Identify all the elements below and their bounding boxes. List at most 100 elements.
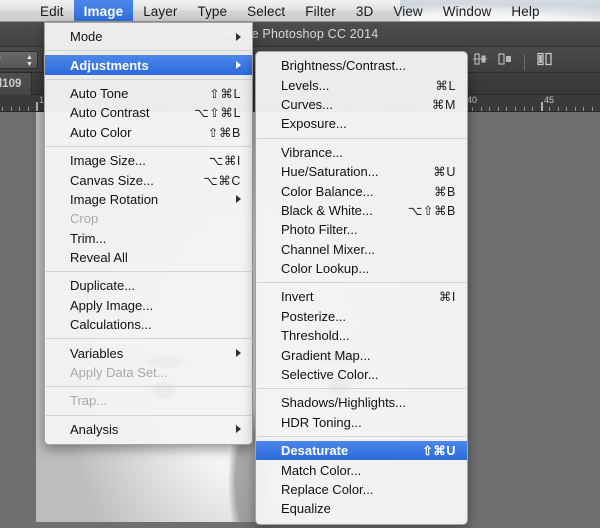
menu-item-label: Auto Contrast xyxy=(70,105,180,120)
stepper-arrows-icon[interactable]: ▲▼ xyxy=(25,54,34,68)
menu-item-label: Reveal All xyxy=(70,250,241,265)
ruler-tick xyxy=(2,107,3,111)
menu-item-label: Curves... xyxy=(281,97,418,112)
menu-item-label: Invert xyxy=(281,289,425,304)
menubar-item-filter[interactable]: Filter xyxy=(295,0,346,22)
menu-item-color-balance[interactable]: Color Balance...⌘B xyxy=(256,181,467,200)
ruler-tick xyxy=(489,107,490,111)
menu-item-shortcut: ⇧⌘B xyxy=(194,125,241,140)
menu-item-invert[interactable]: Invert⌘I xyxy=(256,287,467,306)
menu-item-shadows-highlights[interactable]: Shadows/Highlights... xyxy=(256,393,467,412)
menu-item-trim[interactable]: Trim... xyxy=(45,229,252,248)
menubar-item-image[interactable]: Image xyxy=(74,0,134,22)
menubar-item-label: Help xyxy=(511,4,539,19)
document-tab[interactable]: -ford109 xyxy=(0,73,32,95)
system-menu-bar: Edit Image Layer TypeSelectFilter3DView Wind… xyxy=(0,0,600,22)
menu-item-hue-saturation[interactable]: Hue/Saturation...⌘U xyxy=(256,162,467,181)
menu-item-reveal-all[interactable]: Reveal All xyxy=(45,248,252,267)
menu-item-channel-mixer[interactable]: Channel Mixer... xyxy=(256,240,467,259)
menu-item-gradient-map[interactable]: Gradient Map... xyxy=(256,345,467,364)
ruler-tick xyxy=(19,107,20,111)
adjustments-submenu-dropdown[interactable]: Brightness/Contrast...Levels...⌘LCurves.… xyxy=(255,51,468,525)
menu-item-trap: Trap... xyxy=(45,391,252,410)
submenu-arrow-icon xyxy=(236,61,241,69)
menu-separator xyxy=(46,415,251,416)
tool-preset-select[interactable]: er ▲▼ xyxy=(0,51,38,69)
menu-item-vibrance[interactable]: Vibrance... xyxy=(256,143,467,162)
menu-item-shortcut: ⌥⇧⌘B xyxy=(394,203,456,218)
ruler-tick xyxy=(472,107,473,111)
menu-item-auto-color[interactable]: Auto Color⇧⌘B xyxy=(45,123,252,142)
menubar-item-edit[interactable]: Edit xyxy=(30,0,74,22)
submenu-arrow-icon xyxy=(236,425,241,433)
menu-item-label: Shadows/Highlights... xyxy=(281,395,456,410)
menu-item-posterize[interactable]: Posterize... xyxy=(256,307,467,326)
ruler-tick xyxy=(481,107,482,111)
ruler-label: 45 xyxy=(542,95,554,105)
menu-item-label: Replace Color... xyxy=(281,482,456,497)
ruler-tick xyxy=(498,107,499,111)
menubar-item-layer[interactable]: Layer xyxy=(133,0,187,22)
menu-item-curves[interactable]: Curves...⌘M xyxy=(256,95,467,114)
menu-item-hdr-toning[interactable]: HDR Toning... xyxy=(256,413,467,432)
menu-item-auto-contrast[interactable]: Auto Contrast⌥⇧⌘L xyxy=(45,103,252,122)
ruler-tick xyxy=(575,107,576,111)
menu-item-shortcut: ⌘L xyxy=(421,78,456,93)
menu-item-equalize[interactable]: Equalize xyxy=(256,499,467,518)
distribute-icon[interactable] xyxy=(536,51,554,72)
menubar-item-label: Edit xyxy=(40,4,64,19)
menubar-item-view[interactable]: View xyxy=(383,0,432,22)
menu-item-exposure[interactable]: Exposure... xyxy=(256,114,467,133)
menu-bar-items: Edit Image Layer TypeSelectFilter3DView Wind… xyxy=(0,0,600,22)
menu-item-label: Trim... xyxy=(70,231,241,246)
menu-item-label: Threshold... xyxy=(281,328,456,343)
menu-item-replace-color[interactable]: Replace Color... xyxy=(256,480,467,499)
menu-item-label: Match Color... xyxy=(281,463,456,478)
menu-item-black-white[interactable]: Black & White...⌥⇧⌘B xyxy=(256,201,467,220)
menu-item-label: Apply Image... xyxy=(70,298,241,313)
menubar-item-window[interactable]: Window xyxy=(433,0,502,22)
screenshot-root: Adobe Photoshop CC 2014 er ▲▼ xyxy=(0,0,600,528)
menu-item-mode[interactable]: Mode xyxy=(45,27,252,46)
menu-item-label: Brightness/Contrast... xyxy=(281,58,456,73)
menu-item-desaturate[interactable]: Desaturate⇧⌘U xyxy=(256,441,467,460)
ruler-tick xyxy=(506,107,507,111)
menu-item-label: Exposure... xyxy=(281,116,456,131)
menu-item-image-size[interactable]: Image Size...⌥⌘I xyxy=(45,151,252,170)
menu-item-adjustments[interactable]: Adjustments xyxy=(45,55,252,74)
menu-item-apply-image[interactable]: Apply Image... xyxy=(45,296,252,315)
menu-item-label: Auto Tone xyxy=(70,86,195,101)
ruler-tick xyxy=(532,107,533,111)
menubar-item-type[interactable]: Type xyxy=(187,0,237,22)
menu-item-canvas-size[interactable]: Canvas Size...⌥⌘C xyxy=(45,170,252,189)
menu-item-color-lookup[interactable]: Color Lookup... xyxy=(256,259,467,278)
menu-item-selective-color[interactable]: Selective Color... xyxy=(256,365,467,384)
align-vertical-center-icon[interactable] xyxy=(472,51,488,72)
menubar-item-label: Layer xyxy=(143,4,177,19)
menu-item-calculations[interactable]: Calculations... xyxy=(45,315,252,334)
menu-item-auto-tone[interactable]: Auto Tone⇧⌘L xyxy=(45,84,252,103)
menu-item-photo-filter[interactable]: Photo Filter... xyxy=(256,220,467,239)
menubar-item-help[interactable]: Help xyxy=(501,0,549,22)
menubar-item-label: Window xyxy=(443,4,492,19)
menu-item-levels[interactable]: Levels...⌘L xyxy=(256,75,467,94)
menu-item-label: Duplicate... xyxy=(70,278,241,293)
submenu-arrow-icon xyxy=(236,349,241,357)
menubar-item-3d[interactable]: 3D xyxy=(346,0,383,22)
menu-item-analysis[interactable]: Analysis xyxy=(45,420,252,439)
menubar-item-select[interactable]: Select xyxy=(237,0,295,22)
ruler-tick xyxy=(566,107,567,111)
menu-item-image-rotation[interactable]: Image Rotation xyxy=(45,190,252,209)
menu-item-label: Color Lookup... xyxy=(281,261,456,276)
image-menu-dropdown[interactable]: ModeAdjustmentsAuto Tone⇧⌘LAuto Contrast… xyxy=(44,22,253,445)
align-horizontal-center-icon[interactable] xyxy=(497,51,513,72)
menu-item-threshold[interactable]: Threshold... xyxy=(256,326,467,345)
menu-item-duplicate[interactable]: Duplicate... xyxy=(45,276,252,295)
menu-item-brightness-contrast[interactable]: Brightness/Contrast... xyxy=(256,56,467,75)
menu-item-label: Mode xyxy=(70,29,241,44)
toolbar-divider xyxy=(524,54,525,70)
menu-item-variables[interactable]: Variables xyxy=(45,343,252,362)
menu-item-match-color[interactable]: Match Color... xyxy=(256,460,467,479)
menu-separator xyxy=(46,79,251,80)
menu-item-label: Trap... xyxy=(70,393,241,408)
